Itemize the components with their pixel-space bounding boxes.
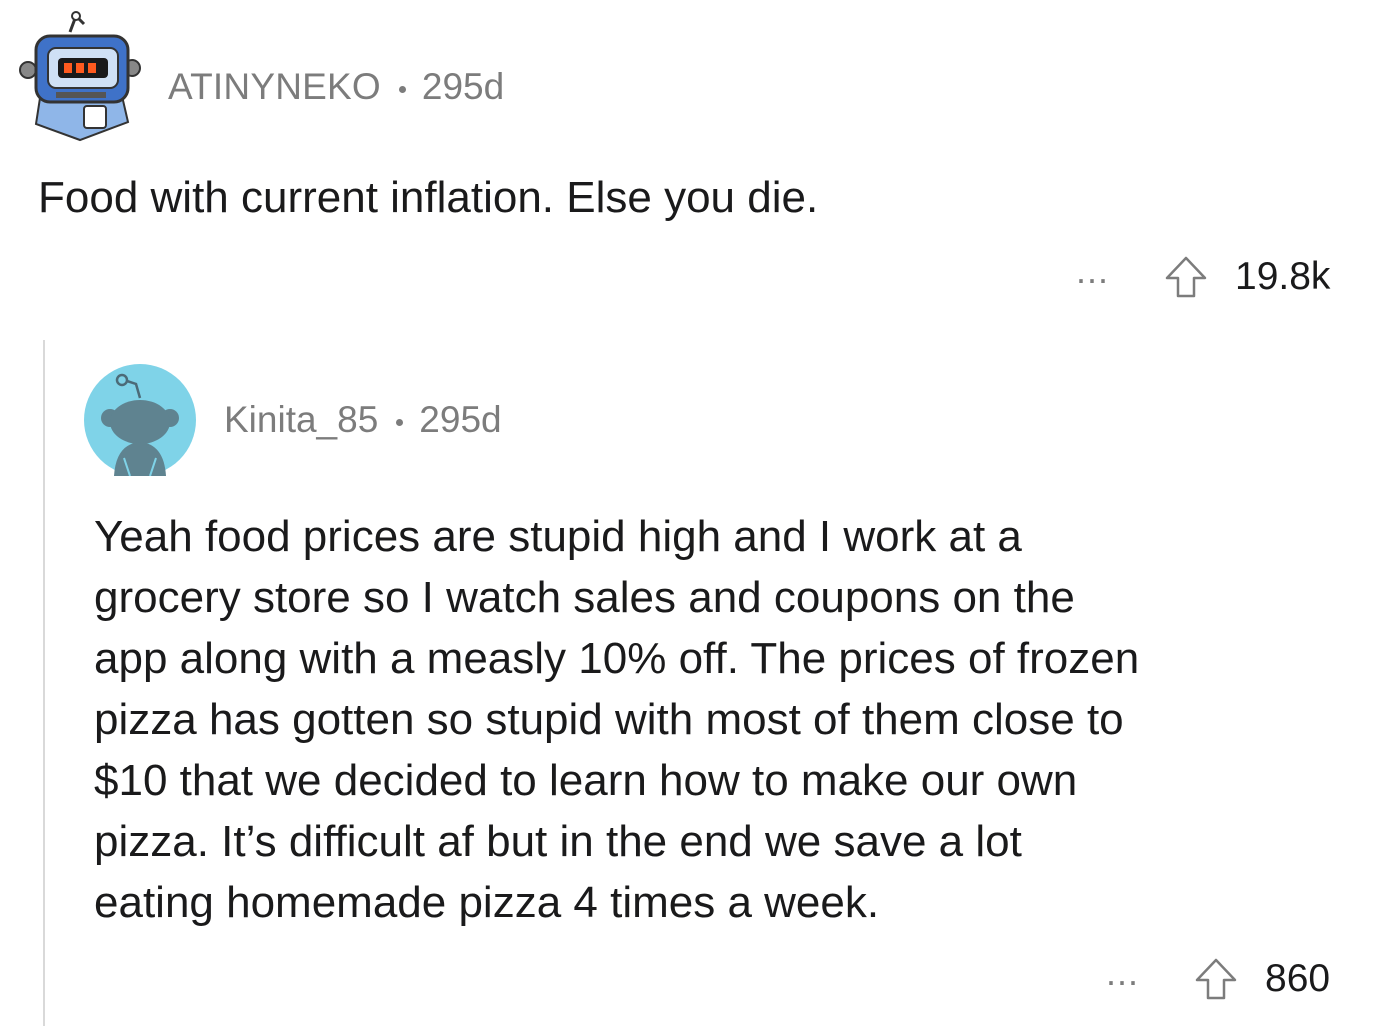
reply-body-line: app along with a measly 10% off. The pri… — [94, 634, 1140, 683]
comment-username[interactable]: ATINYNEKO — [168, 66, 381, 108]
thread-line[interactable] — [43, 340, 45, 1026]
separator-dot — [396, 418, 404, 426]
robot-snoo-avatar-icon[interactable] — [18, 10, 144, 144]
reply-body-line: pizza. It’s difficult af but in the end … — [94, 817, 1022, 866]
separator-dot — [398, 85, 406, 93]
reply-body-line: grocery store so I watch sales and coupo… — [94, 573, 1075, 622]
more-options-button[interactable]: ... — [1106, 955, 1139, 991]
upvote-score: 19.8k — [1235, 255, 1331, 298]
comment-age: 295d — [421, 66, 505, 107]
comment-meta: ATINYNEKO 295d — [168, 60, 504, 114]
upvote-score: 860 — [1265, 957, 1331, 1000]
upvote-arrow-icon[interactable] — [1193, 956, 1239, 1002]
reply-meta: Kinita_85 295d — [224, 392, 502, 448]
reply-body: Yeah food prices are stupid high and I w… — [94, 506, 1374, 933]
more-options-button[interactable]: ... — [1076, 253, 1109, 289]
reply-actions: ... 860 — [1106, 954, 1330, 1004]
reply-body-line: Yeah food prices are stupid high and I w… — [94, 512, 1022, 561]
default-snoo-avatar-icon[interactable] — [84, 364, 196, 476]
reply-body-line: pizza has gotten so stupid with most of … — [94, 695, 1124, 744]
comment-body: Food with current inflation. Else you di… — [38, 173, 819, 222]
comment-actions: ... 19.8k — [1076, 252, 1330, 302]
comment: ATINYNEKO 295d Food with current inflati… — [0, 0, 1392, 340]
reply-username[interactable]: Kinita_85 — [224, 399, 378, 441]
upvote-arrow-icon[interactable] — [1163, 254, 1209, 300]
reply-age: 295d — [419, 399, 502, 440]
reply-body-line: eating homemade pizza 4 times a week. — [94, 878, 880, 927]
reply-body-line: $10 that we decided to learn how to make… — [94, 756, 1078, 805]
